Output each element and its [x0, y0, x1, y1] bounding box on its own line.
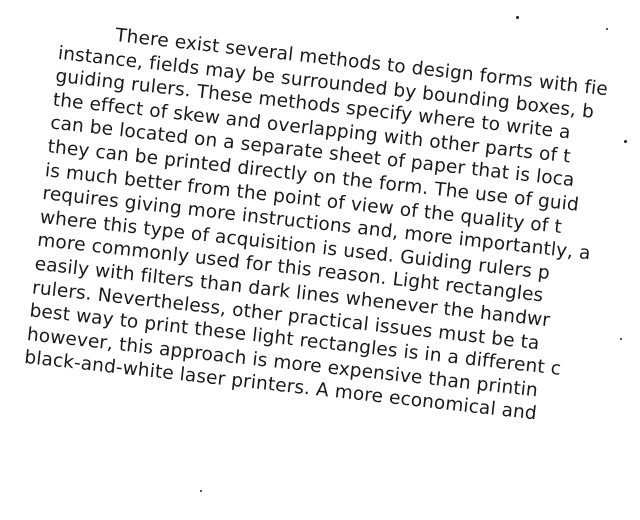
scan-speck [606, 28, 608, 30]
scanned-page: There exist several methods to design fo… [0, 0, 640, 520]
scan-speck [624, 140, 627, 143]
scan-speck [516, 16, 519, 19]
document-text-block: There exist several methods to design fo… [23, 18, 640, 449]
scan-speck [620, 338, 622, 340]
scan-speck [200, 490, 202, 492]
